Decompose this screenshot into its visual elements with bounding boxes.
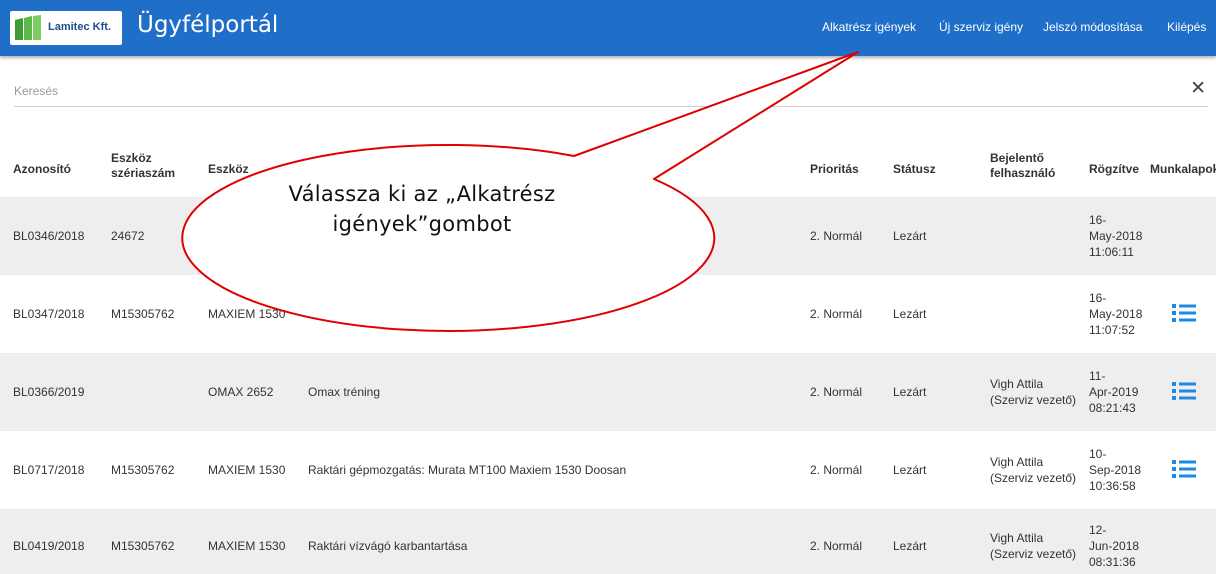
cell-id: BL0347/2018 [13, 307, 85, 321]
cell-status: Lezárt [893, 385, 927, 399]
cell-reporter-role: (Szerviz vezető) [990, 471, 1077, 485]
cell-id: BL0346/2018 [13, 229, 85, 243]
column-header-recorded[interactable]: Rögzítve [1089, 162, 1139, 177]
cell-serial: M15305762 [111, 463, 175, 477]
cell-id: BL0419/2018 [13, 539, 85, 553]
cell-recorded: 10- Sep-2018 10:36:58 [1089, 446, 1141, 494]
search-input[interactable] [14, 78, 1164, 104]
worksheet-list-icon[interactable] [1172, 459, 1196, 479]
callout-text-line2: igények”gombot [332, 212, 512, 236]
cell-recorded-month: May-2018 [1089, 307, 1143, 321]
column-header-serial[interactable]: Eszköz szériaszám [111, 151, 175, 181]
column-header-priority[interactable]: Prioritás [810, 162, 859, 177]
column-header-reporter-line2: felhasználó [990, 166, 1056, 180]
cell-id: BL0366/2019 [13, 385, 85, 399]
cell-recorded-day: 16- [1089, 291, 1107, 305]
cell-recorded-time: 08:31:36 [1089, 555, 1136, 569]
cell-reporter: Vigh Attila (Szerviz vezető) [990, 376, 1076, 408]
cell-priority: 2. Normál [810, 539, 863, 553]
cell-reporter-role: (Szerviz vezető) [990, 393, 1077, 407]
cell-description: Raktári vízvágó karbantartása [308, 539, 468, 553]
cell-reporter-role: (Szerviz vezető) [990, 547, 1077, 561]
column-header-serial-line1: Eszköz [111, 151, 152, 165]
table-row[interactable]: BL0717/2018 M15305762 MAXIEM 1530 Raktár… [0, 431, 1216, 509]
cell-priority: 2. Normál [810, 463, 863, 477]
cell-recorded-month: Apr-2019 [1089, 385, 1139, 399]
cell-id: BL0717/2018 [13, 463, 85, 477]
column-header-description[interactable]: M [308, 162, 318, 177]
callout-text-line1: Válassza ki az „Alkatrész [288, 182, 556, 206]
column-header-reporter-line1: Bejelentő [990, 151, 1045, 165]
cell-description: Raktári gépmozgatás: Murata MT100 Maxiem… [308, 463, 627, 477]
table-row[interactable]: BL0346/2018 24672 2. Normál Lezárt 16- M… [0, 197, 1216, 275]
worksheet-list-icon[interactable] [1172, 381, 1196, 401]
cell-recorded-day: 16- [1089, 213, 1107, 227]
column-header-worksheets[interactable]: Munkalapok [1150, 162, 1216, 177]
cell-recorded-month: Sep-2018 [1089, 463, 1142, 477]
cell-reporter: Vigh Attila (Szerviz vezető) [990, 454, 1076, 486]
cell-recorded: 16- May-2018 11:07:52 [1089, 290, 1142, 338]
search-bar: ✕ [14, 78, 1208, 107]
column-header-reporter[interactable]: Bejelentő felhasználó [990, 151, 1055, 181]
cell-status: Lezárt [893, 307, 927, 321]
logo-text: Lamitec Kft. [48, 21, 111, 33]
cell-device: OMAX 2652 [208, 385, 274, 399]
cell-device: MAXIEM 1530 [208, 539, 286, 553]
close-icon[interactable]: ✕ [1190, 78, 1206, 100]
nav-kilepes[interactable]: Kilépés [1167, 20, 1206, 34]
cell-recorded-time: 11:06:11 [1089, 245, 1134, 259]
cell-device: MAXIEM 1530 [208, 463, 286, 477]
top-navigation-bar: Lamitec Kft. Ügyfélportál Alkatrész igén… [0, 0, 1216, 56]
cell-status: Lezárt [893, 463, 927, 477]
cell-recorded: 16- May-2018 11:06:11 [1089, 212, 1142, 260]
cell-device: MAXIEM 1530 [208, 307, 286, 321]
table-row[interactable]: BL0366/2019 OMAX 2652 Omax tréning 2. No… [0, 353, 1216, 431]
cell-reporter-name: Vigh Attila [990, 377, 1044, 391]
worksheet-list-icon[interactable] [1172, 303, 1196, 323]
cell-status: Lezárt [893, 229, 927, 243]
cell-priority: 2. Normál [810, 385, 863, 399]
cell-status: Lezárt [893, 539, 927, 553]
callout-text: Válassza ki az „Alkatrész igények”gombot [262, 179, 582, 239]
column-header-id[interactable]: Azonosító [13, 162, 71, 177]
cell-recorded-month: Jun-2018 [1089, 539, 1140, 553]
company-logo[interactable]: Lamitec Kft. [10, 11, 122, 45]
cell-recorded-month: May-2018 [1089, 229, 1143, 243]
cell-serial: M15305762 [111, 307, 175, 321]
table-row[interactable]: BL0347/2018 M15305762 MAXIEM 1530 2. Nor… [0, 275, 1216, 353]
cell-recorded-time: 11:07:52 [1089, 323, 1135, 337]
cell-recorded-time: 08:21:43 [1089, 401, 1136, 415]
cell-recorded: 11- Apr-2019 08:21:43 [1089, 368, 1138, 416]
cell-recorded-day: 10- [1089, 447, 1107, 461]
cell-priority: 2. Normál [810, 307, 863, 321]
cell-reporter-name: Vigh Attila [990, 455, 1044, 469]
cell-recorded-time: 10:36:58 [1089, 479, 1136, 493]
column-header-device[interactable]: Eszköz [208, 162, 249, 177]
cell-priority: 2. Normál [810, 229, 863, 243]
nav-uj-szerviz-igeny[interactable]: Új szerviz igény [939, 20, 1023, 34]
nav-jelszo-modositasa[interactable]: Jelszó módosítása [1043, 20, 1142, 34]
cell-serial: M15305762 [111, 539, 175, 553]
cell-serial: 24672 [111, 229, 145, 243]
cell-recorded: 12- Jun-2018 08:31:36 [1089, 522, 1139, 570]
nav-alkatresz-igenyek[interactable]: Alkatrész igények [822, 20, 916, 34]
cell-recorded-day: 12- [1089, 523, 1107, 537]
logo-mark-icon [15, 15, 41, 40]
app-title: Ügyfélportál [137, 12, 279, 38]
column-header-status[interactable]: Státusz [893, 162, 936, 177]
cell-description: Omax tréning [308, 385, 381, 399]
column-header-serial-line2: szériaszám [111, 166, 176, 180]
cell-reporter-name: Vigh Attila [990, 531, 1044, 545]
cell-reporter: Vigh Attila (Szerviz vezető) [990, 530, 1076, 562]
cell-recorded-day: 11- [1089, 369, 1106, 383]
table-row[interactable]: BL0419/2018 M15305762 MAXIEM 1530 Raktár… [0, 509, 1216, 574]
